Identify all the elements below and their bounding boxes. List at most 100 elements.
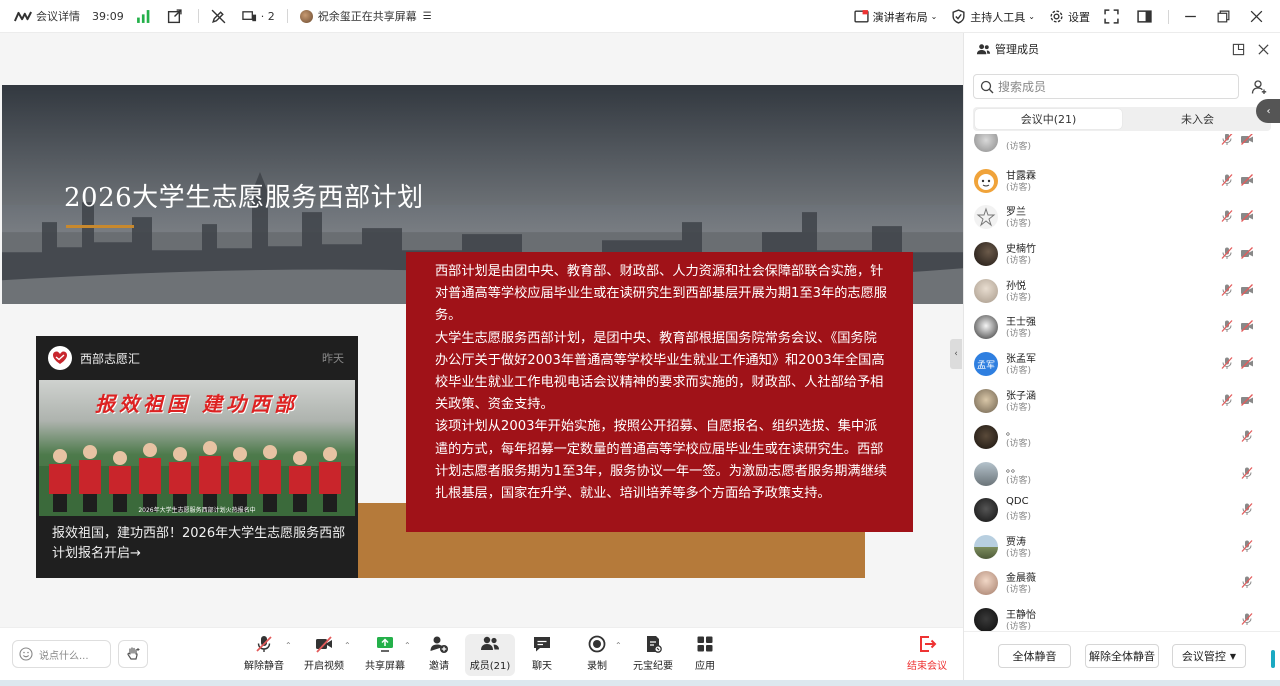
- member-avatar: [974, 242, 998, 266]
- members-button[interactable]: 成员(21): [465, 634, 515, 676]
- panel-header: 管理成员: [964, 33, 1280, 65]
- meeting-controls-dropdown[interactable]: 会议管控 ▼: [1172, 644, 1246, 668]
- meeting-details-label: 会议详情: [36, 10, 80, 23]
- member-row[interactable]: 孙悦 (访客): [964, 273, 1280, 309]
- mic-off-icon[interactable]: [1240, 502, 1254, 516]
- slide-paragraph: 西部计划是由团中央、教育部、财政部、人力资源和社会保障部联合实施，针对普通高等学…: [435, 264, 887, 324]
- popout-panel-icon[interactable]: [1232, 43, 1245, 56]
- slide-paragraph: 大学生志愿服务西部计划，是团中央、教育部根据国务院常务会议、《国务院办公厅关于做…: [435, 330, 885, 413]
- close-panel-icon[interactable]: [1257, 43, 1270, 56]
- raise-hand-button[interactable]: [118, 640, 148, 668]
- member-role: (访客): [1006, 585, 1032, 595]
- presenter-layout-icon: [853, 10, 869, 23]
- tab-in-meeting[interactable]: 会议中(21): [975, 109, 1122, 129]
- member-row[interactable]: 甘露霖 (访客): [964, 163, 1280, 199]
- member-search-input[interactable]: 搜索成员: [973, 74, 1239, 99]
- panel-collapse-toggle[interactable]: ‹: [1256, 99, 1280, 123]
- member-row[interactable]: 。。 (访客): [964, 456, 1280, 492]
- invite-button[interactable]: 邀请: [424, 634, 454, 676]
- end-meeting-label: 结束会议: [907, 661, 947, 672]
- mic-off-icon[interactable]: [1240, 575, 1254, 589]
- member-row[interactable]: (访客): [964, 134, 1280, 158]
- share-screen-button[interactable]: 共享屏幕: [364, 634, 406, 676]
- mic-off-icon[interactable]: [1220, 393, 1234, 407]
- devices-button[interactable]: · 2: [241, 9, 275, 24]
- sharing-status[interactable]: 祝余玺正在共享屏幕 ☰: [299, 8, 432, 24]
- tab-not-joined[interactable]: 未入会: [1124, 107, 1271, 131]
- card-account-name: 西部志愿汇: [80, 351, 141, 366]
- member-avatar: [974, 315, 998, 339]
- stage-collapse-handle[interactable]: ‹: [950, 339, 962, 369]
- member-name: QDC: [1006, 496, 1029, 507]
- member-row[interactable]: 金晨薇 (访客): [964, 565, 1280, 601]
- panel-title: 管理成员: [995, 43, 1039, 56]
- minimize-button[interactable]: [1183, 9, 1202, 24]
- member-row[interactable]: 张子涵 (访客): [964, 383, 1280, 419]
- video-off-icon[interactable]: [1240, 209, 1254, 223]
- meeting-details-button[interactable]: 会议详情: [14, 8, 80, 24]
- scroll-indicator[interactable]: [1271, 650, 1275, 668]
- mic-off-icon[interactable]: [1220, 209, 1234, 223]
- video-off-icon[interactable]: [1240, 246, 1254, 260]
- mute-all-button[interactable]: 全体静音: [998, 644, 1071, 668]
- raise-hand-icon: [127, 647, 140, 660]
- ai-minutes-button[interactable]: 元宝纪要: [633, 634, 673, 676]
- sidebar-toggle-button[interactable]: [1137, 9, 1156, 24]
- chat-button[interactable]: 聊天: [528, 634, 556, 676]
- mic-off-icon[interactable]: [1220, 134, 1234, 146]
- card-header: 西部志愿汇 昨天: [36, 336, 358, 380]
- video-off-icon[interactable]: [1240, 283, 1254, 297]
- whiteboard-off-button[interactable]: [211, 9, 230, 24]
- video-options-chevron-icon[interactable]: ⌃: [344, 641, 351, 650]
- device-count: · 2: [260, 9, 275, 23]
- start-video-button[interactable]: 开启视频: [304, 634, 344, 676]
- quick-chat-input[interactable]: 说点什么...: [12, 640, 111, 668]
- video-off-icon[interactable]: [1240, 393, 1254, 407]
- member-row[interactable]: QDC (访客): [964, 492, 1280, 528]
- network-signal[interactable]: [136, 9, 155, 24]
- article-card[interactable]: 西部志愿汇 昨天 报效祖国 建功西部 2026年大学生志愿服务西部计划火热报名中…: [36, 336, 358, 578]
- host-tools-dropdown[interactable]: 主持人工具 ⌄: [951, 9, 1035, 25]
- mic-off-icon[interactable]: [1220, 246, 1234, 260]
- layout-dropdown[interactable]: 演讲者布局 ⌄: [853, 9, 937, 25]
- apps-button[interactable]: 应用: [693, 634, 717, 676]
- mic-off-icon[interactable]: [1220, 283, 1234, 297]
- unmute-all-button[interactable]: 解除全体静音: [1085, 644, 1159, 668]
- mic-off-icon[interactable]: [1240, 466, 1254, 480]
- invite-member-button[interactable]: [1246, 74, 1271, 99]
- unmute-button[interactable]: 解除静音: [244, 634, 284, 676]
- mic-options-chevron-icon[interactable]: ⌃: [285, 641, 292, 650]
- card-headline[interactable]: 报效祖国，建功西部！2026年大学生志愿服务西部计划报名开启→: [52, 524, 348, 564]
- video-off-icon[interactable]: [1240, 134, 1254, 146]
- record-button[interactable]: 录制: [585, 634, 609, 676]
- mic-off-icon[interactable]: [1240, 612, 1254, 626]
- member-row[interactable]: 罗兰 (访客): [964, 199, 1280, 235]
- end-meeting-button[interactable]: 结束会议: [905, 634, 949, 676]
- fullscreen-button[interactable]: [1104, 9, 1123, 24]
- video-off-icon[interactable]: [1240, 356, 1254, 370]
- mic-off-icon[interactable]: [1240, 539, 1254, 553]
- video-off-icon: [316, 636, 332, 653]
- video-off-icon[interactable]: [1240, 173, 1254, 187]
- member-row[interactable]: 。 (访客): [964, 419, 1280, 455]
- popout-button[interactable]: [167, 8, 186, 24]
- mic-off-icon[interactable]: [1240, 429, 1254, 443]
- members-icon: [481, 636, 499, 650]
- record-icon: [588, 635, 606, 653]
- member-row[interactable]: 孟军 张孟军 (访客): [964, 346, 1280, 382]
- restore-button[interactable]: [1216, 9, 1235, 24]
- mic-off-icon[interactable]: [1220, 356, 1234, 370]
- member-row[interactable]: 史楠竹 (访客): [964, 236, 1280, 272]
- member-role: (访客): [1006, 439, 1032, 449]
- member-row[interactable]: 王静怡 (访客): [964, 602, 1280, 631]
- record-options-chevron-icon[interactable]: ⌃: [615, 641, 622, 650]
- mic-off-icon[interactable]: [1220, 173, 1234, 187]
- close-window-button[interactable]: [1249, 9, 1268, 24]
- mic-off-icon[interactable]: [1220, 319, 1234, 333]
- meeting-controls-label: 会议管控: [1181, 650, 1226, 663]
- settings-button[interactable]: 设置: [1049, 9, 1090, 25]
- video-off-icon[interactable]: [1240, 319, 1254, 333]
- member-row[interactable]: 贾涛 (访客): [964, 529, 1280, 565]
- member-row[interactable]: 王士强 (访客): [964, 309, 1280, 345]
- share-options-chevron-icon[interactable]: ⌃: [404, 641, 411, 650]
